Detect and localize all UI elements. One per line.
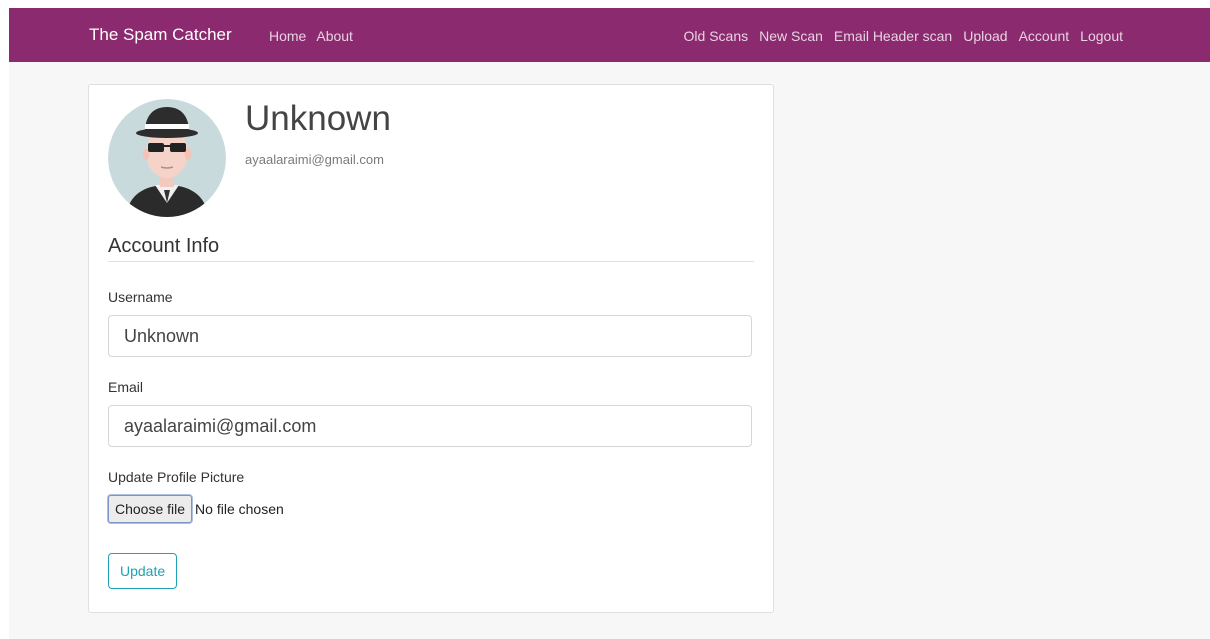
top-navbar: The Spam Catcher Home About Old Scans Ne… [9,8,1210,62]
nav-new-scan-link[interactable]: New Scan [759,28,823,44]
username-label: Username [108,289,173,305]
file-upload-control: Choose file No file chosen [108,495,284,523]
email-label: Email [108,379,144,395]
choose-file-button[interactable]: Choose file [108,495,193,523]
nav-left-links: Home About [269,28,353,44]
update-button[interactable]: Update [108,553,178,589]
section-divider [108,261,754,262]
account-card: Unknown ayaalaraimi@gmail.com Account In… [88,84,774,613]
file-status-text: No file chosen [195,501,284,517]
profile-picture-label: Update Profile Picture [108,469,245,485]
top-cropped-strip [0,0,1210,8]
spy-avatar-icon [108,99,226,217]
email-input[interactable] [108,405,752,447]
nav-about-link[interactable]: About [316,28,353,44]
nav-old-scans-link[interactable]: Old Scans [684,28,749,44]
nav-right-links: Old Scans New Scan Email Header scan Upl… [684,28,1123,44]
nav-upload-link[interactable]: Upload [963,28,1007,44]
account-info-heading: Account Info [108,235,220,257]
profile-email: ayaalaraimi@gmail.com [245,152,384,167]
username-input[interactable] [108,315,752,357]
nav-email-header-scan-link[interactable]: Email Header scan [834,28,952,44]
brand-link[interactable]: The Spam Catcher [89,25,232,45]
nav-account-link[interactable]: Account [1019,28,1070,44]
profile-name: Unknown [245,99,391,138]
nav-home-link[interactable]: Home [269,28,306,44]
nav-logout-link[interactable]: Logout [1080,28,1123,44]
